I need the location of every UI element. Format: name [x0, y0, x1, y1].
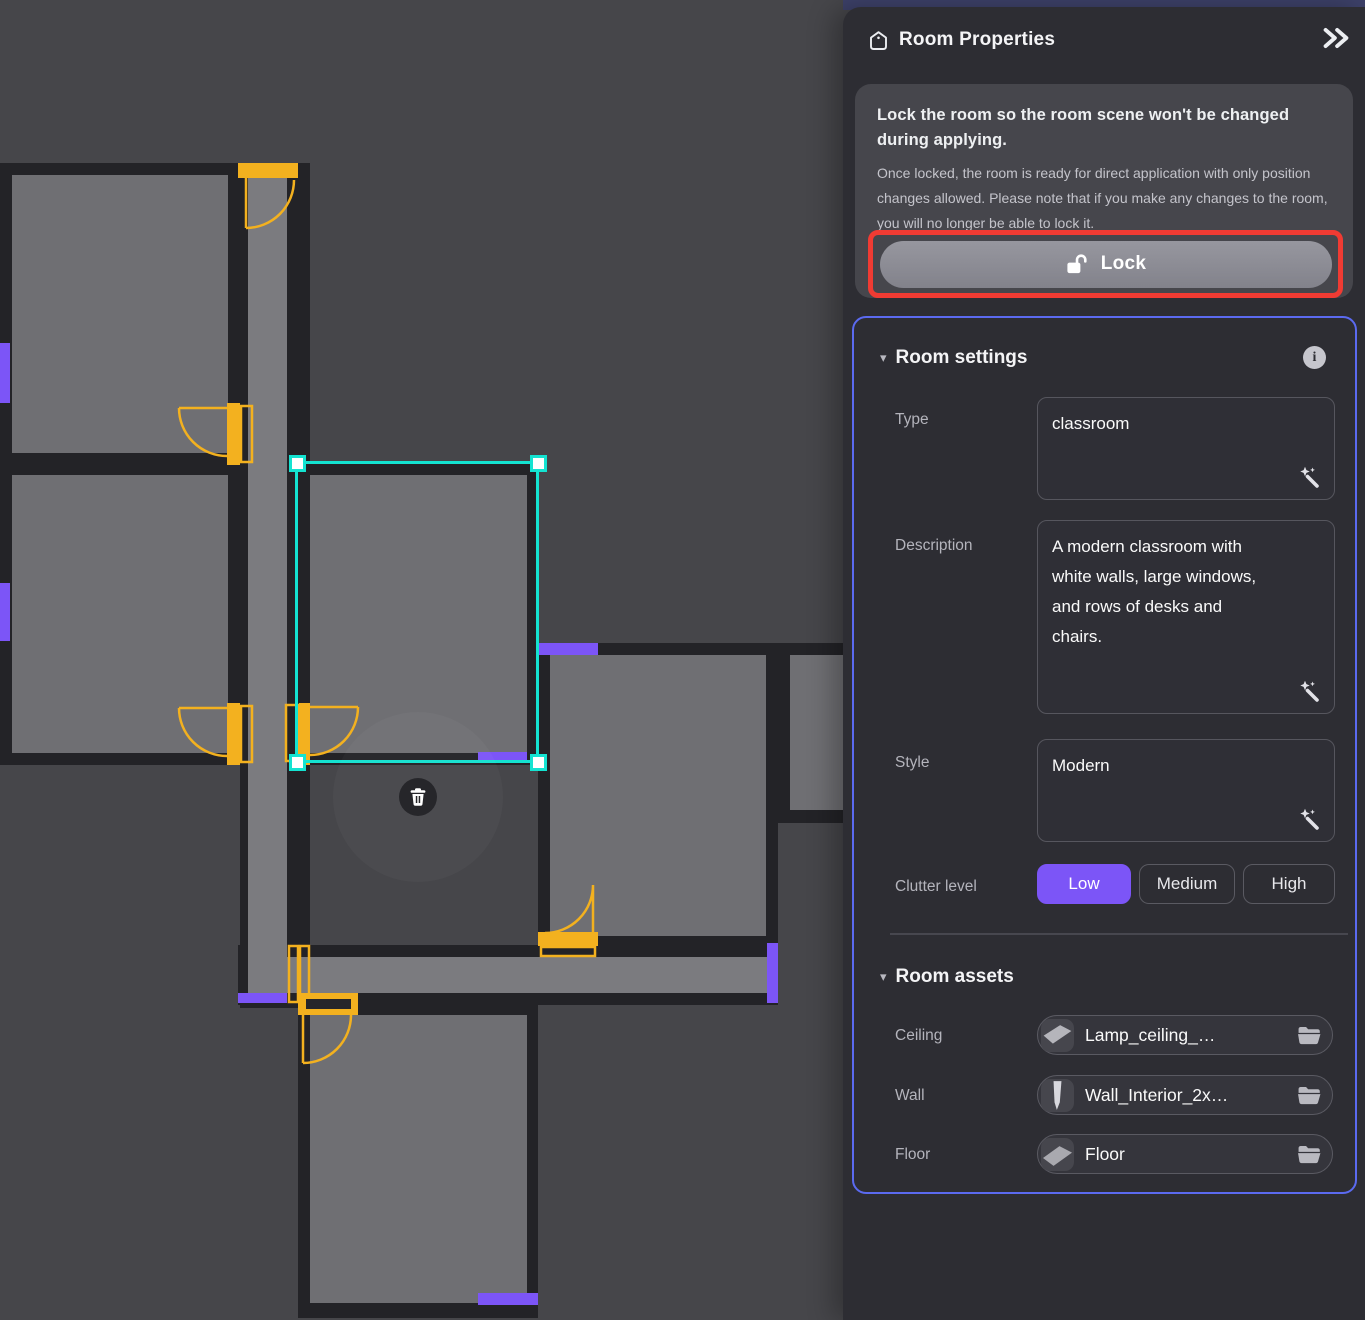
selection-handle[interactable] [530, 455, 547, 472]
double-chevron-right-icon [1321, 25, 1351, 51]
home-icon [867, 29, 890, 52]
info-icon[interactable]: i [1303, 346, 1326, 369]
room-settings-header[interactable]: ▾ Room settings [880, 347, 1027, 369]
selection-edge [536, 463, 539, 762]
lock-info-body: Once locked, the room is ready for direc… [877, 161, 1329, 236]
corridor-vertical[interactable] [248, 175, 287, 993]
panel-title: Room Properties [899, 29, 1055, 51]
floor-label: Floor [895, 1146, 930, 1164]
wand-icon[interactable] [1297, 464, 1323, 490]
ceiling-label: Ceiling [895, 1027, 942, 1045]
window-marker[interactable] [0, 583, 10, 641]
caret-down-icon: ▾ [880, 350, 887, 366]
clutter-high-button[interactable]: High [1243, 864, 1335, 904]
window-marker[interactable] [538, 643, 598, 655]
room-assets-title: Room assets [896, 966, 1014, 988]
floor-asset-select[interactable]: Floor [1037, 1134, 1333, 1174]
room-settings-section: ▾ Room settings i Type classroom Descrip… [852, 316, 1357, 1194]
ceiling-thumbnail-icon [1041, 1019, 1074, 1052]
clutter-medium-button[interactable]: Medium [1139, 864, 1235, 904]
type-input[interactable]: classroom [1037, 397, 1335, 500]
wand-icon[interactable] [1297, 806, 1323, 832]
trash-icon [408, 787, 428, 807]
folder-icon[interactable] [1297, 1025, 1322, 1045]
room-bottom[interactable] [310, 1015, 527, 1303]
room-mid-left[interactable] [12, 475, 228, 753]
selection-handle[interactable] [289, 754, 306, 771]
panel-header: Room Properties [843, 7, 1365, 73]
folder-icon[interactable] [1297, 1144, 1322, 1164]
wall-asset-name: Wall_Interior_2x… [1085, 1085, 1228, 1106]
selection-handle[interactable] [289, 455, 306, 472]
unlock-icon [1065, 254, 1090, 275]
selection-handle[interactable] [530, 754, 547, 771]
description-label: Description [895, 537, 973, 555]
window-marker[interactable] [0, 343, 10, 403]
clutter-level-label: Clutter level [895, 878, 977, 896]
wall-label: Wall [895, 1087, 925, 1105]
window-marker[interactable] [478, 1293, 538, 1305]
room-properties-panel: Room Properties Lock the room so the roo… [843, 7, 1365, 1320]
floor-thumbnail-icon [1041, 1138, 1074, 1171]
room-settings-title: Room settings [896, 347, 1028, 369]
lock-highlight-box: Lock [868, 230, 1343, 298]
clutter-low-button[interactable]: Low [1037, 864, 1131, 904]
room-right[interactable] [550, 655, 766, 936]
lock-button[interactable]: Lock [880, 241, 1332, 288]
delete-room-button[interactable] [399, 778, 437, 816]
style-input[interactable]: Modern [1037, 739, 1335, 842]
lock-button-label: Lock [1101, 253, 1147, 275]
ceiling-asset-select[interactable]: Lamp_ceiling_… [1037, 1015, 1333, 1055]
style-label: Style [895, 754, 929, 772]
folder-icon[interactable] [1297, 1085, 1322, 1105]
collapse-panel-button[interactable] [1321, 25, 1353, 55]
description-input[interactable]: A modern classroom with white walls, lar… [1037, 520, 1335, 714]
room-assets-header[interactable]: ▾ Room assets [880, 966, 1014, 988]
caret-down-icon: ▾ [880, 969, 887, 985]
wall-thumbnail-icon [1041, 1079, 1074, 1112]
selection-edge [297, 461, 538, 464]
wall-asset-select[interactable]: Wall_Interior_2x… [1037, 1075, 1333, 1115]
corridor-horizontal[interactable] [248, 957, 770, 993]
description-value: A modern classroom with white walls, lar… [1052, 532, 1270, 652]
lock-info-headline: Lock the room so the room scene won't be… [877, 103, 1301, 153]
floor-asset-name: Floor [1085, 1144, 1125, 1165]
selection-edge [295, 463, 298, 762]
style-value: Modern [1052, 751, 1310, 781]
section-divider [890, 933, 1348, 935]
type-label: Type [895, 411, 929, 429]
room-top-left[interactable] [12, 175, 228, 453]
ceiling-asset-name: Lamp_ceiling_… [1085, 1025, 1215, 1046]
room-far-right[interactable] [790, 655, 843, 810]
type-value: classroom [1052, 409, 1310, 439]
wand-icon[interactable] [1297, 678, 1323, 704]
window-marker[interactable] [238, 993, 287, 1003]
window-marker[interactable] [767, 943, 778, 1003]
floorplan-canvas[interactable] [0, 0, 843, 1320]
